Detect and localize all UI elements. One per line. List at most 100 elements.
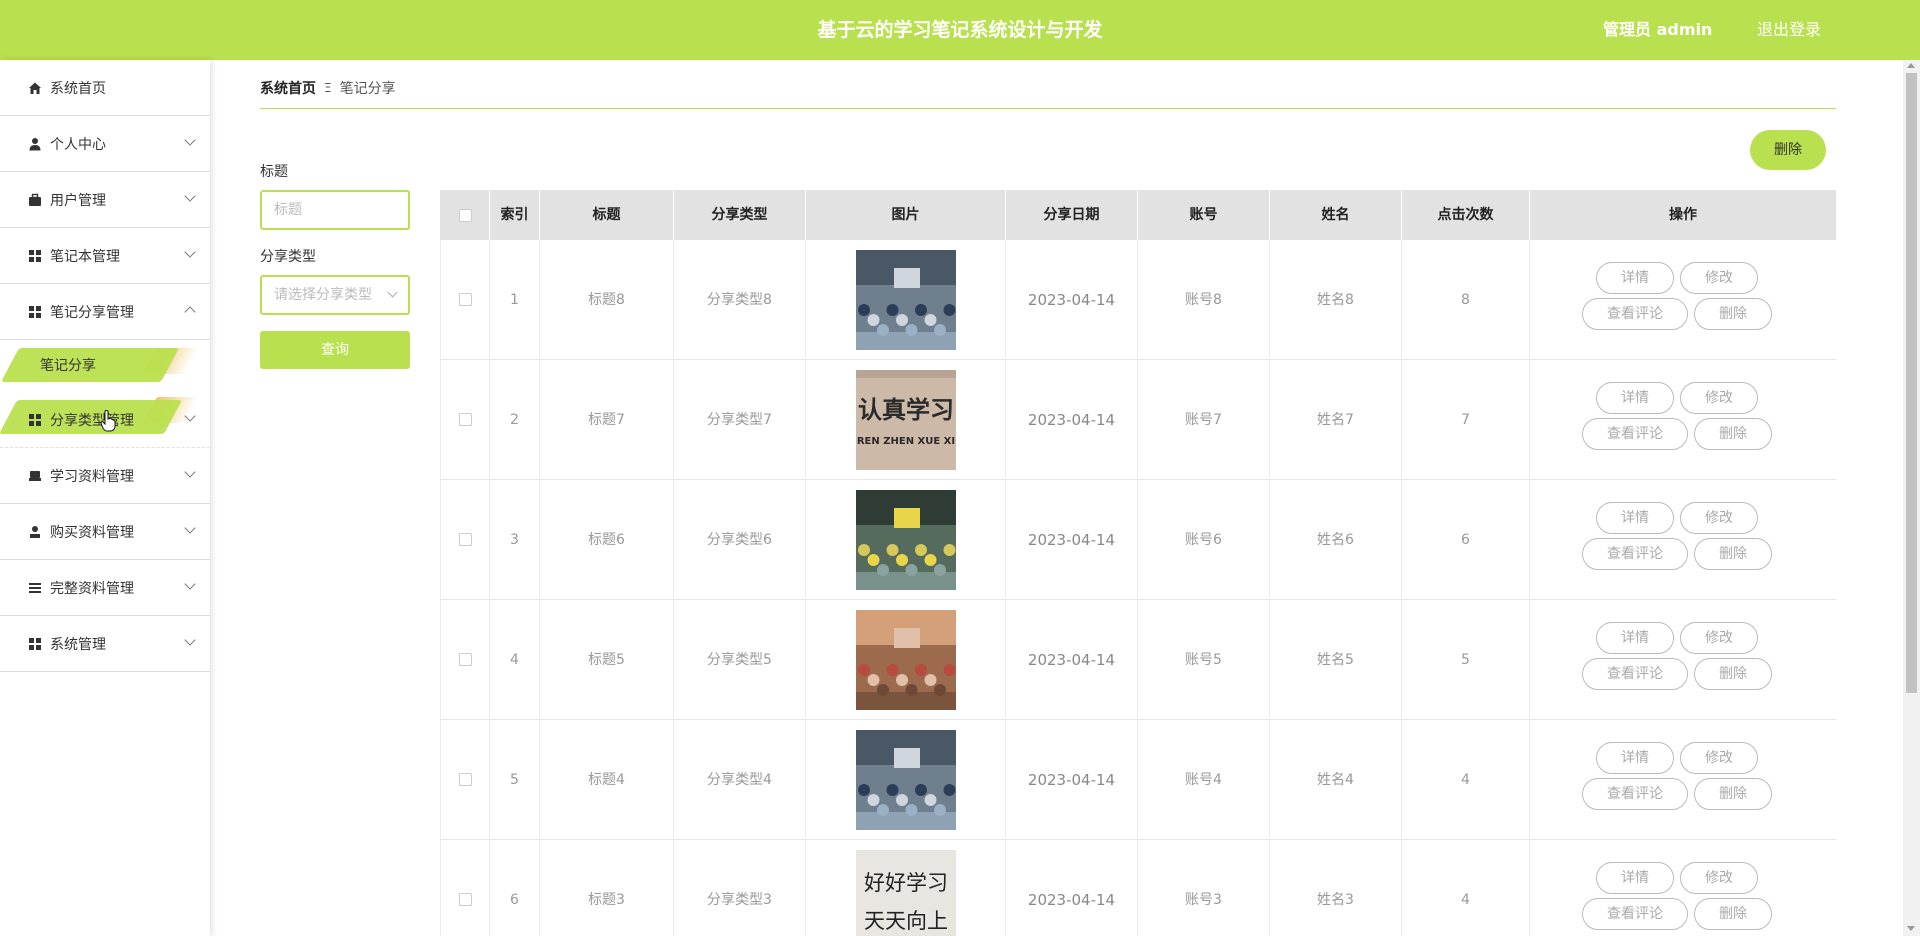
scroll-down-arrow-icon[interactable] xyxy=(1907,926,1915,931)
edit-button[interactable]: 修改 xyxy=(1680,262,1758,294)
grid-icon xyxy=(28,637,42,651)
view-comments-button[interactable]: 查看评论 xyxy=(1582,778,1688,810)
sidebar-item-notebooks[interactable]: 笔记本管理 xyxy=(0,228,210,284)
cell-share-date: 2023-04-14 xyxy=(1006,360,1138,480)
detail-button[interactable]: 详情 xyxy=(1596,862,1674,894)
query-button[interactable]: 查询 xyxy=(260,331,410,369)
sidebar-item-label: 笔记分享 xyxy=(40,358,96,374)
edit-button[interactable]: 修改 xyxy=(1680,502,1758,534)
cell-clicks: 4 xyxy=(1402,840,1530,936)
top-bar: 基于云的学习笔记系统设计与开发 管理员 admin 退出登录 xyxy=(0,0,1920,60)
delete-button[interactable]: 删除 xyxy=(1694,298,1772,330)
view-comments-button[interactable]: 查看评论 xyxy=(1582,298,1688,330)
row-checkbox[interactable] xyxy=(459,293,472,306)
cell-image xyxy=(806,240,1006,360)
table-row: 4 标题5 分享类型5 2023-04-14 账号5 姓名5 5 详情 修改 查看评论 删除 xyxy=(440,600,1836,720)
cell-account: 账号5 xyxy=(1138,600,1270,720)
delete-button[interactable]: 删除 xyxy=(1694,418,1772,450)
current-user: 管理员 admin xyxy=(1603,20,1713,39)
hand-cursor-icon xyxy=(100,410,116,432)
delete-button[interactable]: 删除 xyxy=(1694,658,1772,690)
row-checkbox[interactable] xyxy=(459,773,472,786)
batch-delete-button[interactable]: 删除 xyxy=(1750,130,1826,170)
cell-account: 账号3 xyxy=(1138,840,1270,936)
note-thumbnail-image[interactable] xyxy=(856,730,956,830)
breadcrumb-home[interactable]: 系统首页 xyxy=(260,78,316,98)
edit-button[interactable]: 修改 xyxy=(1680,622,1758,654)
cell-actions: 详情 修改查看评论 删除 xyxy=(1530,600,1836,720)
view-comments-button[interactable]: 查看评论 xyxy=(1582,898,1688,930)
chevron-up-icon xyxy=(184,306,196,318)
col-actions: 操作 xyxy=(1669,207,1697,223)
row-checkbox[interactable] xyxy=(459,653,472,666)
cell-title: 标题8 xyxy=(540,240,674,360)
view-comments-button[interactable]: 查看评论 xyxy=(1582,658,1688,690)
share-type-filter-label: 分享类型 xyxy=(260,249,316,265)
cell-select xyxy=(440,360,490,480)
sidebar-item-users[interactable]: 用户管理 xyxy=(0,172,210,228)
delete-button[interactable]: 删除 xyxy=(1694,538,1772,570)
scrollbar-thumb[interactable] xyxy=(1906,73,1917,693)
chevron-down-icon xyxy=(184,190,196,202)
view-comments-button[interactable]: 查看评论 xyxy=(1582,418,1688,450)
sidebar-item-label: 学习资料管理 xyxy=(50,468,134,485)
thumb-subtext: 天天向上 xyxy=(864,909,948,933)
detail-button[interactable]: 详情 xyxy=(1596,262,1674,294)
cell-account: 账号7 xyxy=(1138,360,1270,480)
delete-button[interactable]: 删除 xyxy=(1694,898,1772,930)
table-row: 6 标题3 分享类型3 2023-04-14 账号3 姓名3 4 好好学习 天天向上 详情 修改 查看… xyxy=(440,840,1836,936)
cell-title: 标题4 xyxy=(540,720,674,840)
cell-clicks: 4 xyxy=(1402,720,1530,840)
note-thumbnail-image[interactable] xyxy=(856,610,956,710)
note-thumbnail-image[interactable]: 认真学习 REN ZHEN XUE XI xyxy=(856,370,956,470)
share-type-select[interactable]: 请选择分享类型 xyxy=(260,275,410,315)
grid-icon xyxy=(28,305,42,319)
col-share-type: 分享类型 xyxy=(674,190,806,240)
edit-button[interactable]: 修改 xyxy=(1680,382,1758,414)
cell-title: 标题6 xyxy=(540,480,674,600)
sidebar-item-complete-materials[interactable]: 完整资料管理 xyxy=(0,560,210,616)
sidebar-item-label: 用户管理 xyxy=(50,192,106,209)
detail-button[interactable]: 详情 xyxy=(1596,382,1674,414)
chevron-down-icon xyxy=(184,134,196,146)
row-checkbox[interactable] xyxy=(459,533,472,546)
sidebar-item-label: 完整资料管理 xyxy=(50,580,134,597)
sidebar-item-study-materials[interactable]: 学习资料管理 xyxy=(0,448,210,504)
chevron-down-icon xyxy=(184,634,196,646)
sidebar-item-label: 笔记本管理 xyxy=(50,248,120,265)
briefcase-icon xyxy=(28,193,42,207)
cell-account: 账号4 xyxy=(1138,720,1270,840)
cell-actions: 详情 修改查看评论 删除 xyxy=(1530,360,1836,480)
sidebar-item-personal[interactable]: 个人中心 xyxy=(0,116,210,172)
sidebar-item-note-share-mgmt[interactable]: 笔记分享管理 xyxy=(0,284,210,340)
sidebar-item-note-share[interactable]: 笔记分享 xyxy=(0,340,210,390)
breadcrumb-divider xyxy=(260,108,1836,109)
cell-title: 标题7 xyxy=(540,360,674,480)
home-icon xyxy=(28,81,42,95)
cell-share-date: 2023-04-14 xyxy=(1006,240,1138,360)
thumb-subtext: REN ZHEN XUE XI xyxy=(857,436,955,447)
sidebar-item-system[interactable]: 系统管理 xyxy=(0,616,210,672)
col-name: 姓名 xyxy=(1270,190,1402,240)
delete-button[interactable]: 删除 xyxy=(1694,778,1772,810)
select-all-checkbox[interactable] xyxy=(459,209,472,222)
note-thumbnail-image[interactable] xyxy=(856,250,956,350)
sidebar-item-purchase-materials[interactable]: 购买资料管理 xyxy=(0,504,210,560)
cell-image xyxy=(806,480,1006,600)
row-checkbox[interactable] xyxy=(459,413,472,426)
view-comments-button[interactable]: 查看评论 xyxy=(1582,538,1688,570)
detail-button[interactable]: 详情 xyxy=(1596,742,1674,774)
note-thumbnail-image[interactable] xyxy=(856,490,956,590)
edit-button[interactable]: 修改 xyxy=(1680,742,1758,774)
title-search-input[interactable]: 标题 xyxy=(260,190,410,230)
logout-link[interactable]: 退出登录 xyxy=(1757,0,1821,60)
scroll-up-arrow-icon[interactable] xyxy=(1907,63,1915,68)
sidebar-item-home[interactable]: 系统首页 xyxy=(0,60,210,116)
col-index: 索引 xyxy=(490,190,540,240)
row-checkbox[interactable] xyxy=(459,893,472,906)
edit-button[interactable]: 修改 xyxy=(1680,862,1758,894)
detail-button[interactable]: 详情 xyxy=(1596,502,1674,534)
title-filter-label: 标题 xyxy=(260,164,288,180)
detail-button[interactable]: 详情 xyxy=(1596,622,1674,654)
note-thumbnail-image[interactable]: 好好学习 天天向上 xyxy=(856,850,956,936)
